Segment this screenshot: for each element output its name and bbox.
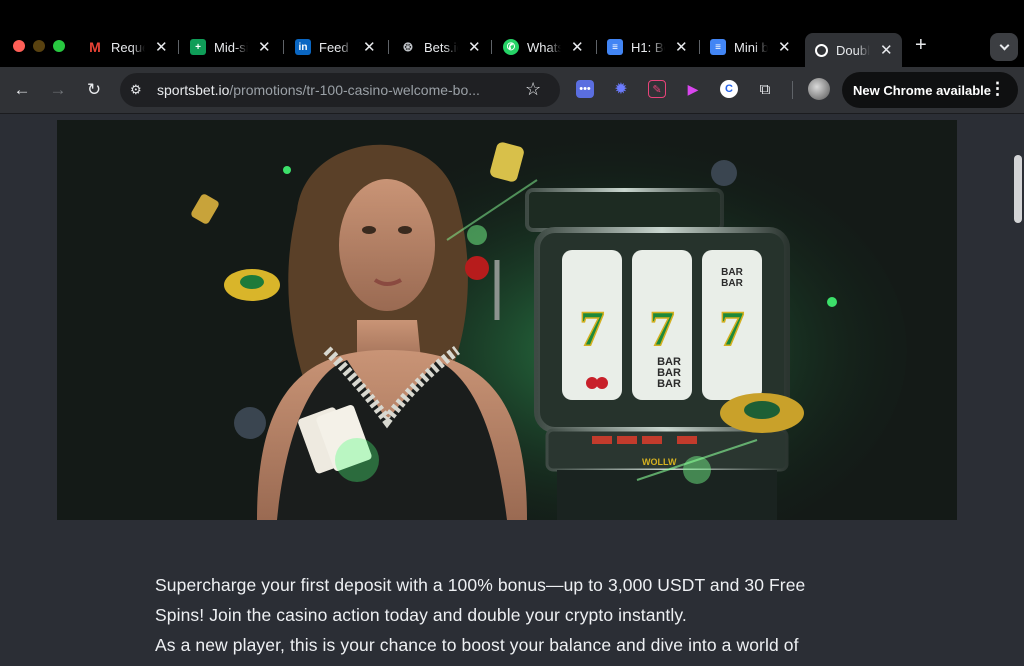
bets-icon: ⊛ [402, 39, 414, 54]
tab-title: Feed | LinkedIn [319, 39, 353, 55]
extensions-puzzle-icon[interactable]: ⧉ [756, 80, 774, 98]
reel-top-bar-1: BAR [721, 267, 743, 278]
whatsapp-icon: ✆ [503, 39, 519, 55]
tab-search-button[interactable] [990, 33, 1018, 61]
tab-title: H1: Be [631, 39, 665, 55]
docs-icon: ≡ [710, 39, 726, 55]
browser-toolbar: ← → ↻ ⚙ sportsbet.io/promotions/tr-100-c… [0, 67, 1024, 114]
extension-dots-icon[interactable]: ••• [576, 80, 594, 98]
sportsbet-icon [815, 43, 828, 57]
toolbar-divider [792, 81, 793, 99]
close-tab-icon[interactable]: ✕ [675, 38, 688, 56]
bookmark-star-icon[interactable]: ☆ [525, 79, 541, 100]
close-tab-icon[interactable]: ✕ [258, 38, 271, 56]
forward-button[interactable]: → [47, 79, 69, 101]
casino-illustration: 7 7 7 BAR BAR BAR BAR BAR WOLLW [57, 120, 957, 520]
close-tab-icon[interactable]: ✕ [155, 38, 168, 56]
new-chrome-available-button[interactable]: New Chrome available ⋮ [842, 72, 1018, 108]
reel-bottom-bar-3: BAR [657, 378, 681, 390]
promo-text-line-3: As a new player, this is your chance to … [155, 635, 799, 655]
tab-separator [596, 40, 597, 54]
reel-1-symbol: 7 [580, 300, 605, 356]
tab-whatsapp[interactable]: ✆ WhatsApp ✕ [503, 34, 584, 60]
linkedin-icon: in [295, 39, 311, 55]
tab-bets[interactable]: ⊛ Bets.io ✕ [400, 34, 481, 60]
url-text[interactable]: sportsbet.io/promotions/tr-100-casino-we… [157, 82, 480, 98]
tab-sheets[interactable]: + Mid-size ✕ [190, 34, 271, 60]
gmail-icon: M [89, 39, 101, 55]
minimize-window-button[interactable] [33, 40, 45, 52]
kebab-menu-icon[interactable]: ⋮ [989, 79, 1006, 99]
docs-icon: ≡ [607, 39, 623, 55]
tab-docs-mini[interactable]: ≡ Mini b ✕ [710, 34, 791, 60]
extension-record-icon[interactable]: ▶ [684, 80, 702, 98]
page-content: 7 7 7 BAR BAR BAR BAR BAR WOLLW Supercha… [0, 114, 1024, 666]
tab-separator [283, 40, 284, 54]
chevron-down-icon [999, 40, 1009, 50]
tab-separator [699, 40, 700, 54]
tab-gmail[interactable]: M Request ✕ [87, 34, 168, 60]
tab-separator [388, 40, 389, 54]
reload-button[interactable]: ↻ [83, 79, 105, 101]
site-settings-icon[interactable]: ⚙ [130, 82, 142, 98]
maximize-window-button[interactable] [53, 40, 65, 52]
reload-icon: ↻ [86, 80, 102, 99]
tab-docs-h1[interactable]: ≡ H1: Be ✕ [607, 34, 688, 60]
reel-2-symbol: 7 [650, 300, 675, 356]
tab-strip: M Request ✕ + Mid-size ✕ in Feed | Linke… [0, 0, 1024, 67]
promo-text-line-2: Spins! Join the casino action today and … [155, 605, 687, 625]
url-path: /promotions/tr-100-casino-welcome-bo... [229, 82, 480, 98]
url-domain: sportsbet.io [157, 82, 230, 98]
tab-title: Double [836, 42, 870, 58]
close-tab-icon[interactable]: ✕ [468, 38, 481, 56]
tab-title: WhatsApp [527, 39, 561, 55]
tab-sportsbet-active[interactable]: Double ✕ [805, 33, 902, 67]
sheets-icon: + [190, 39, 206, 55]
tab-title: Bets.io [424, 39, 458, 55]
close-tab-icon[interactable]: ✕ [363, 38, 376, 56]
tab-title: Mid-size [214, 39, 248, 55]
promo-text-line-1: Supercharge your first deposit with a 10… [155, 575, 806, 595]
arrow-left-icon: ← [13, 80, 31, 99]
profile-avatar[interactable] [808, 78, 830, 100]
close-tab-icon[interactable]: ✕ [571, 38, 584, 56]
new-tab-button[interactable]: + [915, 34, 927, 57]
update-label: New Chrome available [853, 82, 991, 98]
extension-flower-icon[interactable]: ✹ [612, 80, 630, 98]
extension-c-icon[interactable]: C [720, 80, 738, 98]
promo-banner-image: 7 7 7 BAR BAR BAR BAR BAR WOLLW [57, 120, 957, 520]
tab-separator [178, 40, 179, 54]
extension-pen-icon[interactable]: ✎ [648, 80, 666, 98]
reel-3-symbol: 7 [720, 300, 745, 356]
tab-title: Request [111, 39, 145, 55]
tab-title: Mini b [734, 39, 768, 55]
machine-label: WOLLW [642, 457, 677, 467]
address-bar[interactable]: ⚙ sportsbet.io/promotions/tr-100-casino-… [120, 73, 560, 107]
reel-top-bar-2: BAR [721, 278, 743, 289]
close-window-button[interactable] [13, 40, 25, 52]
back-button[interactable]: ← [11, 79, 33, 101]
close-tab-icon[interactable]: ✕ [880, 41, 893, 59]
arrow-right-icon: → [49, 80, 67, 99]
page-scrollbar[interactable] [1014, 155, 1022, 223]
close-tab-icon[interactable]: ✕ [778, 38, 791, 56]
tab-separator [491, 40, 492, 54]
tab-linkedin[interactable]: in Feed | LinkedIn ✕ [295, 34, 376, 60]
